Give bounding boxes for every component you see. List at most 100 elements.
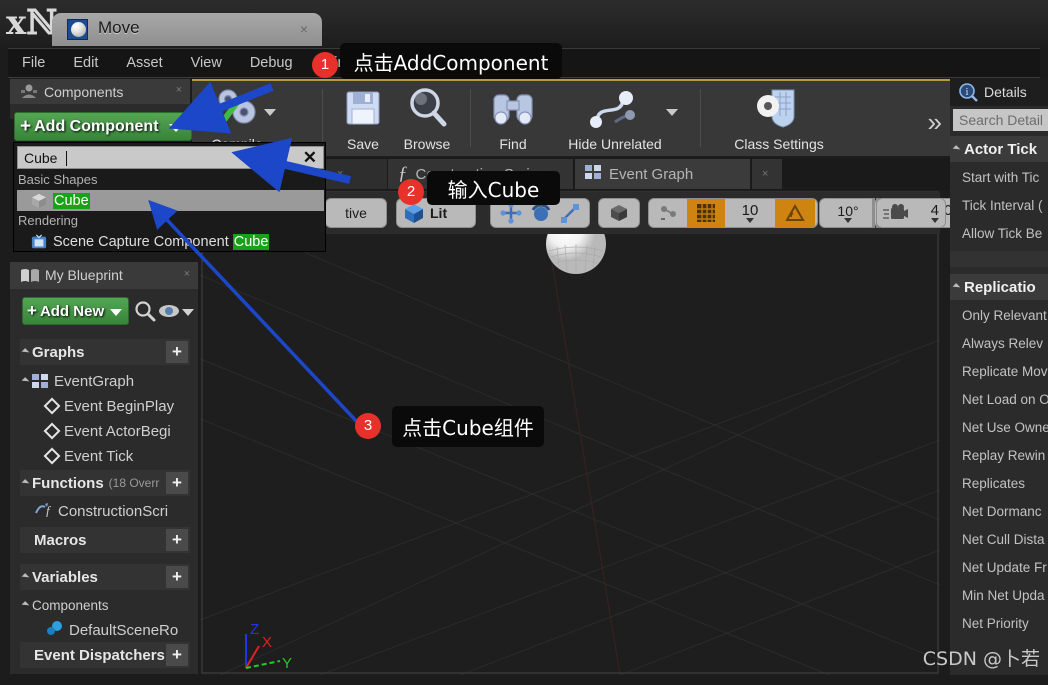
details-row[interactable]: Allow Tick Be — [950, 220, 1048, 246]
menu-item-debug[interactable]: Debug — [236, 55, 307, 71]
grid-snap-value[interactable]: 10 — [725, 199, 775, 227]
expander-icon[interactable] — [21, 348, 30, 356]
svg-text:f: f — [46, 503, 52, 517]
tree-item-eventgraph[interactable]: EventGraph — [20, 368, 195, 394]
eye-icon[interactable] — [158, 303, 180, 319]
tree-group-components[interactable]: Components — [20, 592, 195, 618]
section-functions[interactable]: Functions (18 Overr + — [20, 470, 190, 496]
details-row[interactable]: Start with Tic — [950, 164, 1048, 190]
section-variables[interactable]: Variables + — [20, 564, 190, 590]
add-new-button[interactable]: + Add New — [22, 297, 129, 325]
close-icon[interactable]: × — [184, 268, 190, 280]
dropdown-item-scene-capture-component-cube[interactable]: Scene Capture Component Cube — [17, 231, 324, 252]
expander-icon[interactable] — [21, 573, 30, 581]
details-row[interactable]: Net Load on O — [950, 386, 1048, 412]
chevron-down-icon[interactable] — [746, 218, 754, 223]
add-dispatcher-button[interactable]: + — [166, 644, 188, 666]
close-icon[interactable]: × — [300, 21, 308, 37]
details-tab[interactable]: i Details — [950, 79, 1048, 106]
rotate-tool-icon[interactable] — [530, 202, 552, 224]
surface-snap-button[interactable] — [649, 199, 687, 227]
details-row[interactable]: Only Relevant — [950, 302, 1048, 328]
section-event-dispatchers[interactable]: Event Dispatchers + — [20, 642, 190, 668]
details-row[interactable]: Net Update Fr — [950, 554, 1048, 580]
details-row[interactable]: Replay Rewin — [950, 442, 1048, 468]
menu-item-edit[interactable]: Edit — [59, 55, 112, 71]
window-tab-move[interactable]: Move × — [52, 13, 322, 46]
add-graph-button[interactable]: + — [166, 341, 188, 363]
chevron-down-icon[interactable] — [182, 309, 194, 316]
details-row[interactable]: Net Dormanc — [950, 498, 1048, 524]
details-row[interactable]: Replicate Mov — [950, 358, 1048, 384]
scene-component-icon — [46, 620, 64, 640]
toolbar-button-hide-unrelated[interactable]: Hide Unrelated — [538, 83, 692, 156]
add-function-button[interactable]: + — [166, 472, 188, 494]
tab-label: Event Graph — [609, 165, 694, 183]
details-row[interactable]: Replicates — [950, 470, 1048, 496]
rotation-snap-toggle[interactable] — [775, 199, 815, 227]
toolbar-button-browse[interactable]: Browse — [388, 83, 466, 156]
expander-icon[interactable] — [952, 145, 961, 153]
tab-overflow[interactable]: × — [752, 159, 782, 189]
tab-event-graph[interactable]: Event Graph — [575, 159, 750, 189]
grid-snap-group[interactable]: 10 — [648, 198, 818, 228]
section-macros[interactable]: Macros + — [20, 527, 190, 553]
viewport[interactable]: Z X Y — [200, 190, 940, 675]
scale-tool-icon[interactable] — [559, 202, 581, 224]
add-component-button[interactable]: + Add Component — [14, 112, 192, 141]
expander-icon[interactable] — [21, 377, 30, 385]
menu-item-asset[interactable]: Asset — [112, 55, 176, 71]
row-label: Allow Tick Be — [962, 225, 1043, 241]
components-tab[interactable]: Components × — [10, 79, 190, 104]
add-macro-button[interactable]: + — [166, 529, 188, 551]
add-component-dropdown[interactable]: Cube ✕ Basic Shapes Cube Rendering Scene… — [13, 142, 326, 252]
chevron-down-icon[interactable] — [844, 217, 852, 223]
section-graphs[interactable]: Graphs + — [20, 339, 190, 365]
details-section-replication[interactable]: Replicatio — [950, 274, 1048, 300]
details-row[interactable]: Tick Interval ( — [950, 192, 1048, 218]
my-blueprint-tab[interactable]: My Blueprint × — [10, 262, 198, 289]
tree-item-event-beginplay[interactable]: Event BeginPlay — [20, 393, 195, 419]
view-mode-perspective-button[interactable]: tive — [325, 198, 387, 228]
tree-item-event-actorbeginoverlap[interactable]: Event ActorBegi — [20, 418, 195, 444]
expander-icon[interactable] — [952, 283, 961, 291]
expander-icon[interactable] — [21, 601, 30, 609]
add-variable-button[interactable]: + — [166, 566, 188, 588]
details-section-actor-tick[interactable]: Actor Tick — [950, 136, 1048, 162]
expander-icon[interactable] — [21, 479, 30, 487]
component-search-input[interactable]: Cube ✕ — [17, 146, 324, 169]
search-icon[interactable] — [134, 300, 156, 322]
toolbar-overflow-icon[interactable]: » — [928, 107, 942, 138]
book-icon — [21, 269, 39, 282]
details-row[interactable]: Net Use Owne — [950, 414, 1048, 440]
details-row[interactable]: Min Net Upda — [950, 582, 1048, 608]
tree-item-constructionscript[interactable]: f ConstructionScri — [20, 498, 195, 524]
clear-search-icon[interactable]: ✕ — [303, 148, 317, 168]
menu-item-file[interactable]: File — [8, 55, 59, 71]
details-row[interactable]: Net Cull Dista — [950, 526, 1048, 552]
chevron-down-icon[interactable] — [666, 109, 678, 116]
tree-item-defaultsceneroot[interactable]: DefaultSceneRo — [20, 617, 195, 643]
close-icon[interactable]: × — [762, 168, 768, 180]
close-icon[interactable]: × — [337, 168, 343, 180]
chevron-down-icon[interactable] — [110, 309, 122, 316]
rotation-snap-value[interactable]: 10° — [819, 198, 877, 228]
chevron-down-icon[interactable] — [169, 124, 183, 132]
camera-speed-control[interactable]: 4 — [876, 198, 946, 228]
world-space-button[interactable] — [598, 198, 640, 228]
details-row[interactable]: Net Priority — [950, 610, 1048, 636]
section-label: Functions — [32, 474, 104, 492]
menu-item-view[interactable]: View — [177, 55, 236, 71]
toolbar-button-class-settings[interactable]: Class Settings — [704, 83, 854, 156]
chevron-down-icon[interactable] — [930, 217, 939, 223]
search-details-input[interactable]: Search Detail — [953, 109, 1048, 131]
row-label: Net Load on O — [962, 391, 1048, 407]
close-icon[interactable]: × — [176, 84, 182, 96]
move-tool-icon[interactable] — [499, 202, 523, 224]
details-row[interactable]: Always Relev — [950, 330, 1048, 356]
dropdown-item-cube[interactable]: Cube — [17, 190, 324, 211]
match-highlight: Cube — [232, 233, 270, 250]
chevron-down-icon[interactable] — [264, 109, 276, 116]
grid-snap-toggle[interactable] — [687, 199, 725, 227]
tree-item-event-tick[interactable]: Event Tick — [20, 443, 195, 469]
